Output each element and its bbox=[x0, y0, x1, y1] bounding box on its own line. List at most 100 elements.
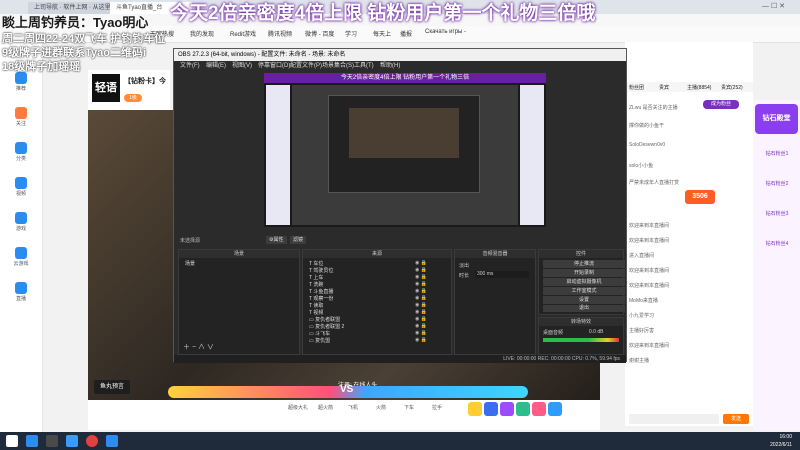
audio-mixer-panel: 音频混音器 淡出 时长 300 ms bbox=[454, 249, 536, 355]
gift-label[interactable]: 超火箭 bbox=[318, 404, 333, 411]
chat-input[interactable] bbox=[629, 414, 719, 424]
menu-edit[interactable]: 编辑(E) bbox=[206, 61, 226, 71]
preview-right-strip bbox=[520, 85, 544, 225]
obs-status: LIVE: 00:00:00 REC: 00:00:00 CPU: 0.7%, … bbox=[503, 356, 620, 362]
gift-label[interactable]: 飞机 bbox=[348, 404, 358, 411]
level-badge: 1级 bbox=[124, 94, 142, 102]
source-item[interactable]: T 视频 bbox=[309, 309, 323, 316]
menu-docks[interactable]: 停靠窗口(D) bbox=[258, 61, 290, 71]
sidebar-item-recommend[interactable]: 推荐 bbox=[6, 72, 36, 92]
properties-button[interactable]: ⚙属性 bbox=[266, 236, 287, 244]
bookmark[interactable]: Скачать игры - bbox=[425, 29, 466, 35]
gift-icon[interactable] bbox=[468, 402, 482, 416]
douyu-logo-icon[interactable] bbox=[6, 435, 18, 447]
duration-input[interactable]: 300 ms bbox=[475, 271, 529, 278]
menu-view[interactable]: 视图(V) bbox=[232, 61, 252, 71]
controls-panel: 控件 停止推流 开始录制 启动虚拟摄像机 工作室模式 设置 退出 bbox=[538, 249, 625, 315]
tab-guests[interactable]: 贵宾(252) bbox=[721, 84, 743, 91]
taskbar: 16:00 2022/6/11 bbox=[0, 432, 800, 450]
source-item[interactable]: T 车位 bbox=[309, 260, 323, 267]
pk-vs: VS bbox=[340, 384, 354, 395]
diamond-fan-item[interactable]: 钻石粉丝4 bbox=[757, 240, 797, 247]
app-icon[interactable] bbox=[66, 435, 78, 447]
settings-button[interactable]: 设置 bbox=[543, 296, 625, 304]
scene-controls[interactable]: ＋ − ∧ ∨ bbox=[183, 342, 214, 352]
tab-fans[interactable]: 粉丝团 bbox=[629, 84, 644, 91]
obs-title-bar[interactable]: OBS 27.2.3 (64-bit, windows) - 配置文件: 未命名… bbox=[174, 49, 626, 61]
task-view-icon[interactable] bbox=[46, 435, 58, 447]
obs-icon[interactable] bbox=[86, 435, 98, 447]
search-icon[interactable] bbox=[26, 435, 38, 447]
gift-label[interactable]: 下车 bbox=[404, 404, 414, 411]
bookmark[interactable]: 每天上 bbox=[373, 29, 391, 38]
heart-icon bbox=[15, 107, 27, 119]
sidebar-item-category[interactable]: 分类 bbox=[6, 142, 36, 162]
source-item[interactable]: T 观察一份 bbox=[309, 295, 333, 302]
room-title: 【钻粉卡】今 bbox=[124, 78, 166, 85]
bookmark[interactable]: 我的发现 bbox=[190, 29, 214, 38]
gift-icon[interactable] bbox=[516, 402, 530, 416]
source-item[interactable]: ▭ 复仇盟 bbox=[309, 337, 330, 344]
exit-button[interactable]: 退出 bbox=[543, 305, 625, 312]
transitions-panel: 转场特效 桌面音频 0.0 dB bbox=[538, 317, 624, 355]
gift-icon[interactable] bbox=[484, 402, 498, 416]
gift-label[interactable]: 火箭 bbox=[376, 404, 386, 411]
bookmark[interactable]: 微博 - 百度 bbox=[305, 29, 334, 38]
tab-vip[interactable]: 贵宾 bbox=[659, 84, 669, 91]
duration-label: 时长 bbox=[459, 273, 470, 279]
obs-preview[interactable]: 今天2倍亲密度4倍上限 钻粉用户第一个礼物三倍 bbox=[264, 73, 546, 227]
filters-button[interactable]: 滤镜 bbox=[290, 236, 307, 244]
sidebar-item-video[interactable]: 视频 bbox=[6, 177, 36, 197]
source-item[interactable]: T 驾驶员位 bbox=[309, 267, 333, 274]
source-item[interactable]: T 斗鱼直播 bbox=[309, 288, 333, 295]
sidebar-item-live[interactable]: 直播 bbox=[6, 282, 36, 302]
source-item[interactable]: ▭ 复仇者联盟 2 bbox=[309, 323, 344, 330]
volume-meter[interactable] bbox=[543, 338, 619, 342]
gift-label[interactable]: 拉手 bbox=[432, 404, 442, 411]
tab-host[interactable]: 主播(8854) bbox=[687, 84, 711, 91]
stop-streaming-button[interactable]: 停止推流 bbox=[543, 260, 625, 268]
chat-message: 欢迎来到本直播间 bbox=[629, 223, 670, 229]
overlay-line-1: 睒上周钓养员：Tyao明心 bbox=[2, 15, 149, 30]
diamond-fan-item[interactable]: 钻石粉丝3 bbox=[757, 210, 797, 217]
bookmark[interactable]: 播报 bbox=[400, 29, 412, 38]
sidebar-item-follow[interactable]: 关注 bbox=[6, 107, 36, 127]
menu-profile[interactable]: 配置文件(P) bbox=[290, 61, 322, 71]
browser-icon[interactable] bbox=[106, 435, 118, 447]
clock[interactable]: 16:00 2022/6/11 bbox=[770, 433, 792, 449]
sidebar-item-cloud-games[interactable]: 云游戏 bbox=[6, 247, 36, 267]
bookmark[interactable]: Redit游戏 bbox=[230, 29, 256, 38]
gift-icon[interactable] bbox=[532, 402, 546, 416]
diamond-hall: 钻石殿堂 钻石粉丝1 钻石粉丝2 钻石粉丝3 钻石粉丝4 bbox=[753, 100, 800, 430]
gift-label[interactable]: 超级大礼 bbox=[288, 404, 308, 411]
source-item[interactable]: T 上车 bbox=[309, 274, 323, 281]
menu-help[interactable]: 帮助(H) bbox=[380, 61, 400, 71]
gift-icons[interactable] bbox=[468, 402, 588, 422]
visibility-lock-icons[interactable]: ◉ 🔒 ◉ 🔒 ◉ 🔒 ◉ 🔒 ◉ 🔒 ◉ 🔒 ◉ 🔒 ◉ 🔒 ◉ 🔒 ◉ 🔒 ◉ 🔒 ◉ 🔒 bbox=[415, 260, 445, 344]
gift-icon[interactable] bbox=[548, 402, 562, 416]
window-controls[interactable]: — ☐ ✕ bbox=[762, 2, 792, 12]
diamond-fan-item[interactable]: 钻石粉丝1 bbox=[757, 150, 797, 157]
gift-icon[interactable] bbox=[500, 402, 514, 416]
diamond-fan-item[interactable]: 钻石粉丝2 bbox=[757, 180, 797, 187]
live-icon bbox=[15, 282, 27, 294]
virtual-camera-button[interactable]: 启动虚拟摄像机 bbox=[543, 278, 625, 286]
bookmark[interactable]: 腾讯视频 bbox=[268, 29, 292, 38]
audio-level: 0.0 dB bbox=[589, 329, 604, 335]
scene-item[interactable]: 场景 bbox=[185, 260, 195, 267]
source-item[interactable]: ▭ 复仇者联盟 bbox=[309, 316, 340, 323]
menu-scene-collection[interactable]: 场景集合(S) bbox=[322, 61, 354, 71]
sidebar-item-games[interactable]: 游戏 bbox=[6, 212, 36, 232]
menu-file[interactable]: 文件(F) bbox=[180, 61, 200, 71]
obs-source-toolbar: 未选择源 ⚙属性 滤镜 bbox=[174, 235, 626, 245]
source-item[interactable]: T 读取 bbox=[309, 302, 323, 309]
menu-tools[interactable]: 工具(T) bbox=[354, 61, 374, 71]
streamer-avatar[interactable]: 轻语 bbox=[92, 74, 120, 102]
prediction-button[interactable]: 鱼丸预言 bbox=[94, 380, 131, 394]
send-button[interactable]: 发送 bbox=[723, 414, 749, 424]
start-recording-button[interactable]: 开始录制 bbox=[543, 269, 625, 277]
source-item[interactable]: T 洗碗 bbox=[309, 281, 323, 288]
source-item[interactable]: ▭ 斗飞车 bbox=[309, 330, 330, 337]
bookmark[interactable]: 学习 bbox=[345, 29, 357, 38]
studio-mode-button[interactable]: 工作室模式 bbox=[543, 287, 625, 295]
